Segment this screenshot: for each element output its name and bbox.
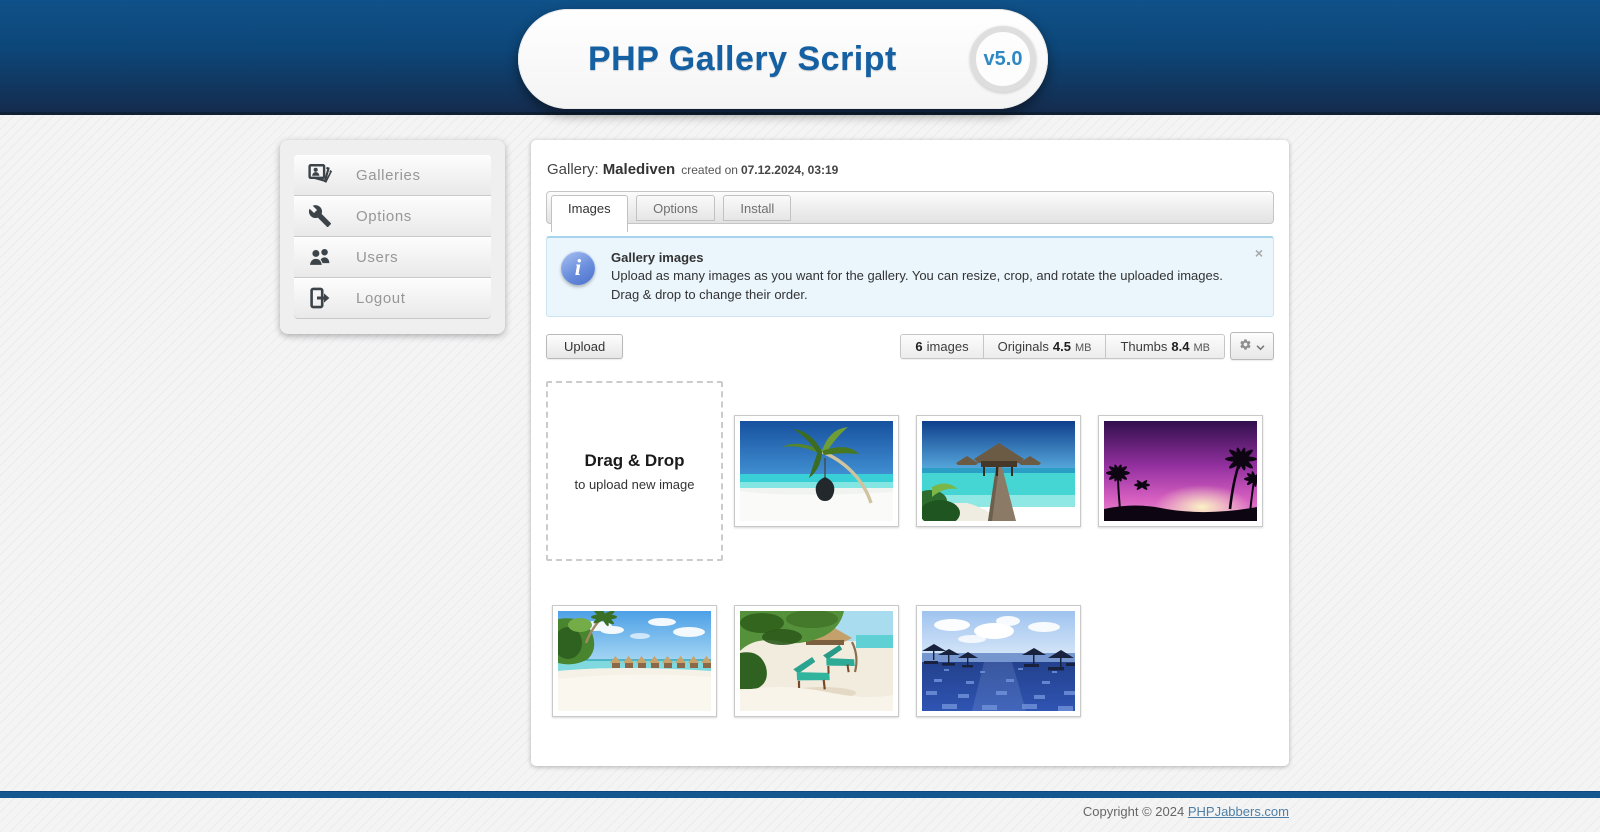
grid-cell [546,571,723,751]
grid-cell [728,571,905,751]
tab-bar: Images Options Install [546,191,1274,224]
sidebar: Galleries Options [280,140,505,334]
phpjabbers-link[interactable]: PHPJabbers.com [1188,804,1289,819]
gallery-label: Gallery: [547,161,599,178]
grid-cell [1092,381,1269,561]
stat-images-count: 6images [901,335,982,358]
gallery-stats: 6images Originals4.5MB Thumbs8.4MB [900,334,1225,359]
sidebar-item-logout[interactable]: Logout [294,278,491,319]
gallery-created-date: 07.12.2024, 03:19 [741,163,838,177]
gallery-name: Malediven [603,161,676,178]
gallery-title: Gallery:Malediven created on07.12.2024, 0… [547,161,1274,178]
sidebar-item-label: Options [356,208,412,225]
gallery-thumbnail[interactable] [734,415,899,527]
close-icon[interactable]: × [1255,244,1263,264]
gallery-thumbnail[interactable] [916,605,1081,717]
drag-drop-upload-zone[interactable]: Drag & Drop to upload new image [546,381,723,561]
gallery-panel: Gallery:Malediven created on07.12.2024, 0… [531,140,1289,766]
info-box: i Gallery images Upload as many images a… [546,236,1274,317]
gear-icon [1239,338,1252,354]
app-logo: PHP Gallery Script v5.0 [518,9,1048,109]
tab-options[interactable]: Options [636,195,715,221]
sidebar-item-label: Logout [356,290,405,307]
toolbar-right: 6images Originals4.5MB Thumbs8.4MB [900,332,1274,360]
upload-button[interactable]: Upload [546,334,623,359]
version-badge: v5.0 [970,26,1036,92]
gallery-thumbnail[interactable] [552,605,717,717]
galleries-icon [306,162,334,188]
info-icon: i [561,251,595,285]
footer-text-row: Copyright © 2024 PHPJabbers.com [0,798,1600,832]
grid-cell-empty [1092,571,1269,751]
gallery-thumbnail[interactable] [1098,415,1263,527]
image-grid: Drag & Drop to upload new image [546,381,1274,751]
stat-originals-size: Originals4.5MB [983,335,1106,358]
stat-thumbs-size: Thumbs8.4MB [1105,335,1224,358]
grid-cell [910,381,1087,561]
settings-dropdown-button[interactable] [1230,332,1274,360]
sidebar-item-options[interactable]: Options [294,196,491,237]
tab-images[interactable]: Images [551,195,628,232]
info-body: Upload as many images as you want for th… [611,268,1223,301]
chevron-down-icon [1256,339,1265,354]
sidebar-item-label: Galleries [356,167,421,184]
grid-cell: Drag & Drop to upload new image [546,381,723,561]
copyright-text: Copyright © 2024 [1083,804,1184,819]
grid-cell [910,571,1087,751]
dropzone-title: Drag & Drop [584,451,684,471]
footer: Copyright © 2024 PHPJabbers.com [0,791,1600,832]
grid-cell [728,381,905,561]
app-header: PHP Gallery Script v5.0 [0,0,1600,115]
sidebar-item-label: Users [356,249,398,266]
gallery-thumbnail[interactable] [734,605,899,717]
wrench-icon [306,203,334,229]
info-title: Gallery images [611,249,1243,267]
app-title: PHP Gallery Script [588,40,897,79]
gallery-thumbnail[interactable] [916,415,1081,527]
users-icon [306,244,334,270]
footer-accent-bar [0,791,1600,798]
content-shell: Galleries Options [280,140,1289,766]
dropzone-subtitle: to upload new image [575,477,695,492]
logout-icon [306,285,334,311]
toolbar: Upload 6images Originals4.5MB Thumbs8.4M… [546,332,1274,360]
gallery-created-prefix: created on [681,163,738,177]
sidebar-item-galleries[interactable]: Galleries [294,155,491,196]
tab-install[interactable]: Install [723,195,791,221]
sidebar-item-users[interactable]: Users [294,237,491,278]
page: PHP Gallery Script v5.0 Galleries [0,0,1600,832]
